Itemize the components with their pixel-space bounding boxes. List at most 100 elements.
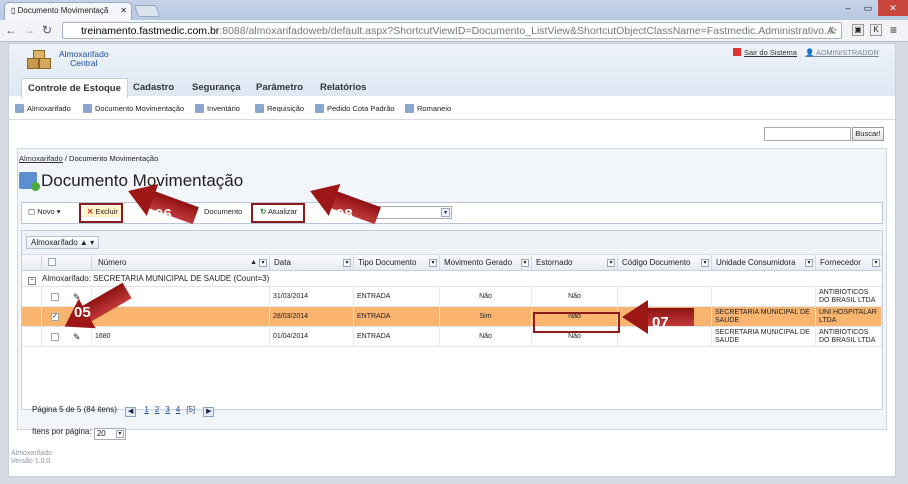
grid-header: Número ▲ ▾ Data ▾ Tipo Documento ▾ Movimento… xyxy=(22,255,882,271)
close-tab-icon[interactable]: ✕ xyxy=(120,6,127,15)
header-unidade-consumidora[interactable]: Unidade Consumidora ▾ xyxy=(712,255,816,271)
submenu-pedido-cota[interactable]: Pedido Cota Padrão xyxy=(315,104,395,113)
almoxarifado-icon xyxy=(15,104,24,113)
browser-tab[interactable]: ▯ Documento Movimentaçã ✕ xyxy=(4,2,132,20)
cell-data: 31/03/2014 xyxy=(270,287,354,307)
data-grid: Almoxarifado ▲ ▾ Número ▲ ▾ Data ▾ Tipo Doc… xyxy=(21,230,883,440)
menu-parametro[interactable]: Parâmetro xyxy=(250,78,309,98)
app-window: Almoxarifado Central Sair do Sistema 👤 A… xyxy=(8,43,896,477)
chevron-down-icon[interactable]: ▾ xyxy=(521,259,529,267)
menu-seguranca[interactable]: Segurança xyxy=(186,78,247,98)
romaneio-icon xyxy=(405,104,414,113)
header-estornado[interactable]: Estornado ▾ xyxy=(532,255,618,271)
extension-icon[interactable]: ▣ xyxy=(852,24,864,36)
sort-asc-icon: ▲ xyxy=(79,238,88,247)
new-tab-button[interactable] xyxy=(133,5,161,17)
highlight-refresh-button xyxy=(251,203,305,223)
new-button[interactable]: ▢ Novo ▾ xyxy=(28,207,61,216)
page-link-1[interactable]: 1 xyxy=(144,405,148,414)
header-select-all[interactable] xyxy=(42,255,92,271)
breadcrumb-link[interactable]: Almoxarifado xyxy=(19,154,63,163)
forward-icon[interactable]: → xyxy=(22,23,36,37)
menu-relatorios[interactable]: Relatórios xyxy=(314,78,372,98)
per-page: Itens por página: 20 ▾ xyxy=(32,427,126,440)
document-check-icon xyxy=(19,172,40,191)
user-link[interactable]: 👤 ADMINISTRADOR xyxy=(805,48,879,57)
row-checkbox[interactable] xyxy=(51,293,59,301)
chevron-down-icon[interactable]: ▾ xyxy=(607,259,615,267)
group-panel: Almoxarifado ▲ ▾ xyxy=(22,231,882,255)
chevron-down-icon[interactable]: ▾ xyxy=(701,259,709,267)
menu-controle-estoque[interactable]: Controle de Estoque xyxy=(21,78,128,98)
address-bar[interactable]: treinamento.fastmedic.com.br:8088/almoxa… xyxy=(62,22,842,39)
page-link-4[interactable]: 4 xyxy=(176,405,180,414)
browser-menu-icon[interactable]: ≡ xyxy=(890,23,897,37)
cell-forn: ANTIBIOTICOS DO BRASIL LTDA xyxy=(816,327,882,347)
maximize-icon[interactable]: ▭ xyxy=(858,0,878,16)
window-close-icon[interactable]: ✕ xyxy=(878,0,908,16)
bookmark-star-icon[interactable]: ☆ xyxy=(828,24,838,37)
cell-unidade: SECRETARIA MUNICIPAL DE SAUDE xyxy=(712,327,816,347)
header-expand xyxy=(22,255,42,271)
page-link-2[interactable]: 2 xyxy=(155,405,159,414)
chevron-down-icon[interactable]: ▾ xyxy=(343,259,351,267)
chevron-down-icon[interactable]: ▾ xyxy=(805,259,813,267)
submenu-romaneio[interactable]: Romaneio xyxy=(405,104,451,113)
page-icon: ▯ xyxy=(11,6,18,15)
logout-link[interactable]: Sair do Sistema xyxy=(733,48,797,57)
submenu-almoxarifado[interactable]: Almoxarifado xyxy=(15,104,71,113)
minimize-icon[interactable]: – xyxy=(838,0,858,16)
per-page-select[interactable]: 20 ▾ xyxy=(93,428,126,440)
chevron-down-icon: ▾ xyxy=(115,430,124,438)
extension-k-icon[interactable]: K xyxy=(870,24,882,36)
filter-select[interactable]: ▾ xyxy=(370,206,452,219)
cell-unidade xyxy=(712,287,816,307)
document-button[interactable]: Documento xyxy=(204,207,242,216)
url-host: treinamento.fastmedic.com.br xyxy=(81,25,220,37)
chevron-down-icon[interactable]: ▾ xyxy=(429,259,437,267)
breadcrumb-current: / Documento Movimentação xyxy=(64,154,159,163)
header-codigo-documento[interactable]: Código Documento ▾ xyxy=(618,255,712,271)
back-icon[interactable]: ← xyxy=(4,23,18,37)
app-logo-text: Almoxarifado Central xyxy=(59,50,109,68)
logo-line2: Central xyxy=(70,58,98,68)
next-page-button[interactable]: ▶ xyxy=(203,407,215,417)
group-row[interactable]: − Almoxarifado: SECRETARIA MUNICIPAL DE S… xyxy=(22,271,882,287)
callout-07: 07 xyxy=(652,314,669,331)
collapse-icon[interactable]: − xyxy=(28,277,36,285)
header-movimento-gerado[interactable]: Movimento Gerado ▾ xyxy=(440,255,532,271)
request-icon xyxy=(255,104,264,113)
menu-cadastro[interactable]: Cadastro xyxy=(127,78,180,98)
chevron-down-icon: ▾ xyxy=(90,238,95,247)
logout-icon xyxy=(733,48,741,56)
prev-page-button[interactable]: ◀ xyxy=(125,407,137,417)
callout-08: 08 xyxy=(336,206,353,223)
row-indent xyxy=(22,327,42,347)
header-tipo-documento[interactable]: Tipo Documento ▾ xyxy=(354,255,440,271)
chevron-down-icon[interactable]: ▾ xyxy=(872,259,880,267)
search-input[interactable] xyxy=(764,127,851,141)
page-link-3[interactable]: 3 xyxy=(165,405,169,414)
sort-asc-icon: ▲ xyxy=(250,259,257,266)
table-row[interactable]: ✓ ✎ 28/03/2014 ENTRADA Sim Não SECRETARIA MUNI… xyxy=(22,307,882,327)
row-checkbox[interactable] xyxy=(51,333,59,341)
reload-icon[interactable]: ↻ xyxy=(40,23,54,37)
header-fornecedor[interactable]: Fornecedor ▾ xyxy=(816,255,882,271)
cell-tipo: ENTRADA xyxy=(354,307,440,327)
cell-mov: Não xyxy=(440,327,532,347)
footer-line1: Almoxarifado xyxy=(11,450,52,457)
table-row[interactable]: ✎ 31/03/2014 ENTRADA Não Não ANTIBIOTICOS DO … xyxy=(22,287,882,307)
per-page-label: Itens por página: xyxy=(32,427,92,436)
search-button[interactable]: Buscar! xyxy=(852,127,884,141)
group-chip-almoxarifado[interactable]: Almoxarifado ▲ ▾ xyxy=(26,236,100,249)
header-numero[interactable]: Número ▲ ▾ xyxy=(92,255,270,271)
table-row[interactable]: ✎ 1680 01/04/2014 ENTRADA Não Não SECRETARIA M… xyxy=(22,327,882,347)
page-current: [5] xyxy=(186,405,196,414)
select-all-checkbox[interactable] xyxy=(48,258,56,266)
submenu-requisicao[interactable]: Requisição xyxy=(255,104,304,113)
header-data[interactable]: Data ▾ xyxy=(270,255,354,271)
submenu-inventario[interactable]: Inventário xyxy=(195,104,240,113)
submenu-documento-movimentacao[interactable]: Documento Movimentação xyxy=(83,104,184,113)
chevron-down-icon[interactable]: ▾ xyxy=(259,259,267,267)
browser-nav-bar: ← → ↻ treinamento.fastmedic.com.br:8088/… xyxy=(0,20,908,42)
